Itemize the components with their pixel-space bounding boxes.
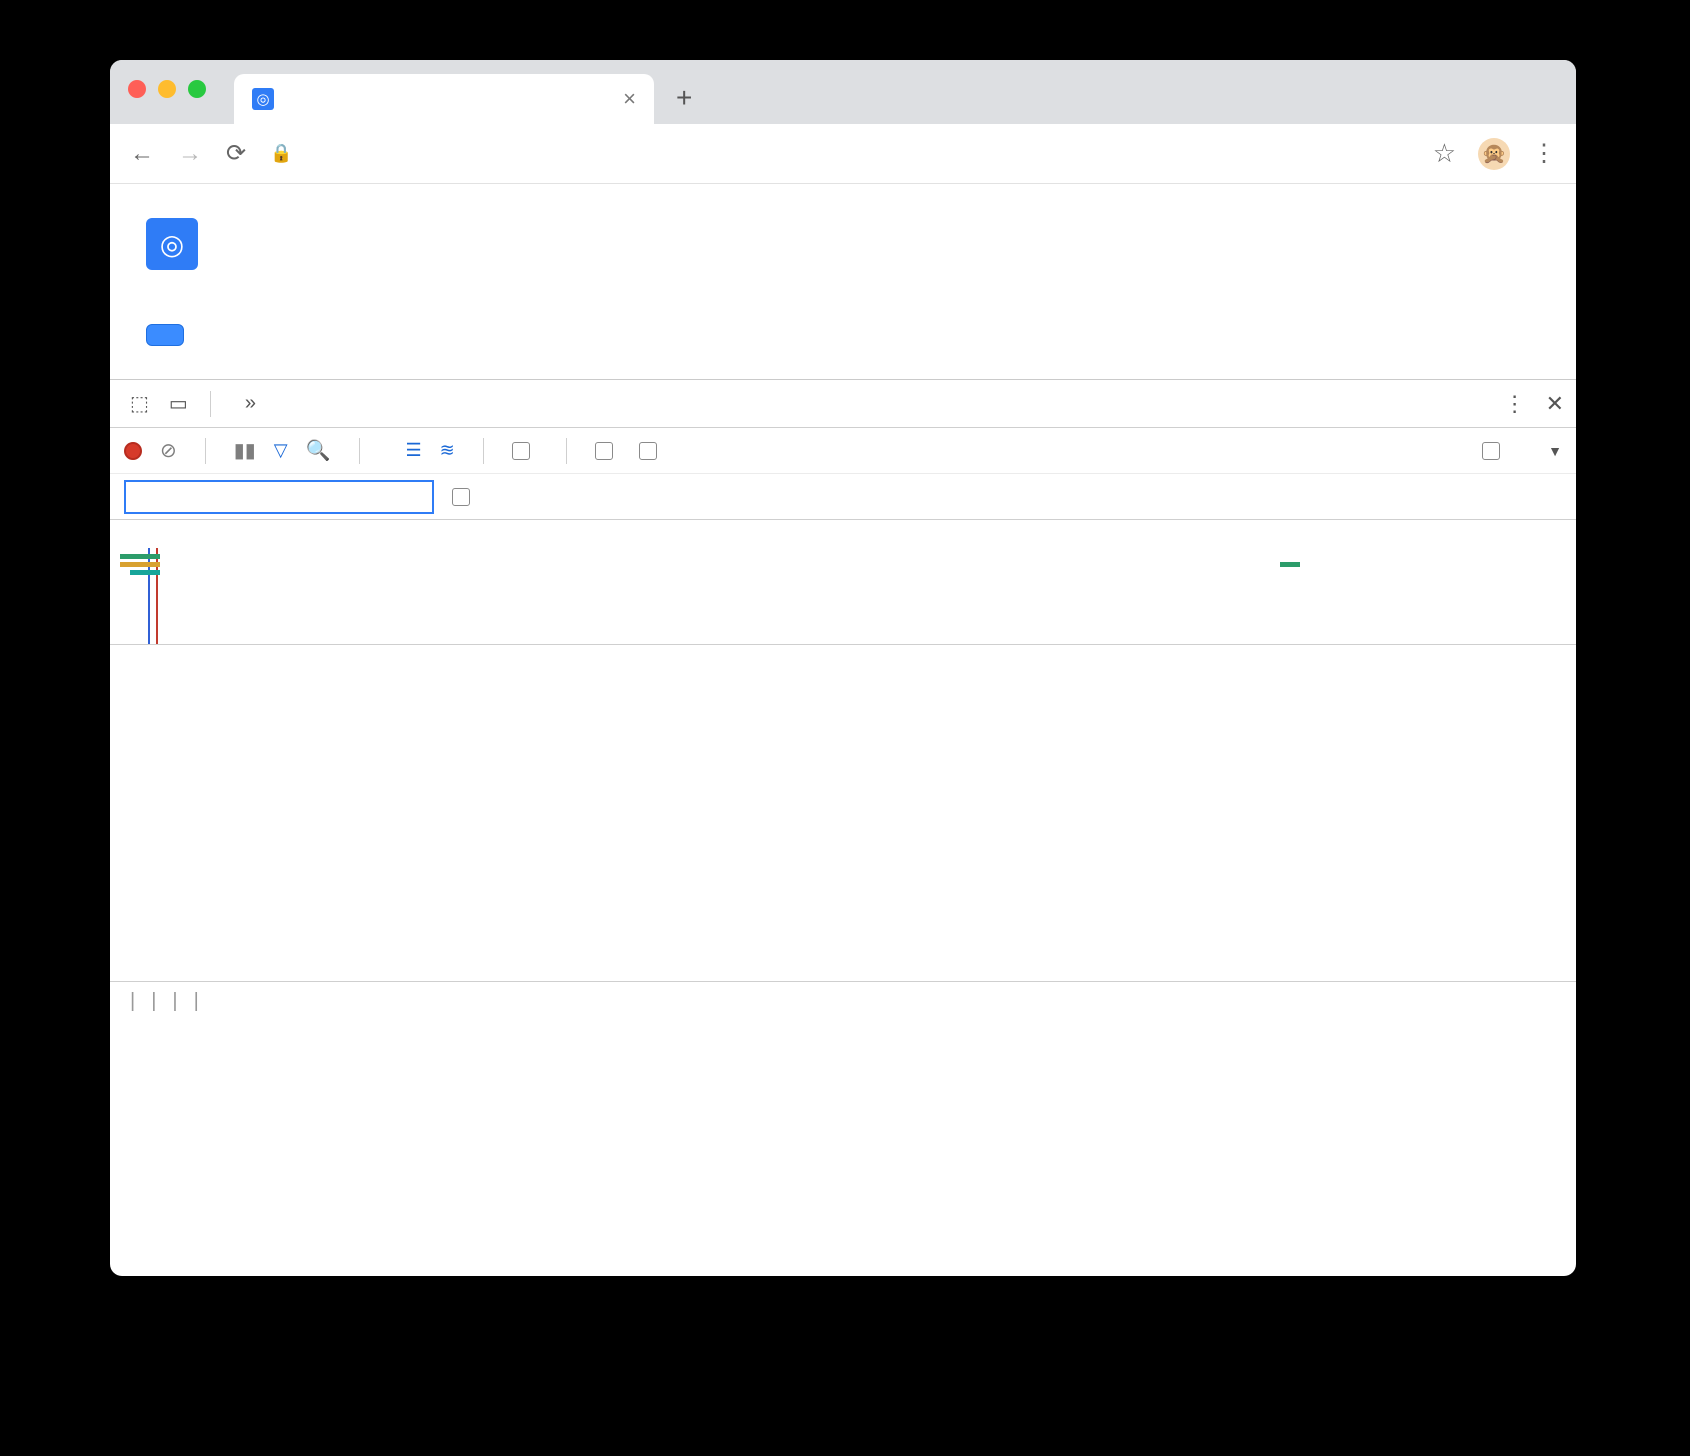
close-tab-button[interactable]: × [623,86,636,112]
back-button[interactable]: ← [130,140,154,168]
device-toolbar-icon[interactable]: ▭ [161,391,196,416]
offline-checkbox[interactable] [1482,442,1508,460]
timeline-overview[interactable] [110,520,1576,645]
devtools-tabstrip: ⬚ ▭ » ⋮ ✕ [110,380,1576,428]
profile-avatar[interactable]: 🙊 [1478,138,1510,170]
bookmark-button[interactable]: ☆ [1433,138,1456,169]
page-logo-icon: ◎ [146,218,198,270]
clear-button[interactable]: ⊘ [160,438,177,463]
search-icon[interactable]: 🔍 [306,438,331,463]
browser-tab[interactable]: ◎ × [234,74,654,124]
devtools-menu-button[interactable]: ⋮ [1504,391,1526,417]
filter-input[interactable] [124,480,434,514]
throttling-caret-icon[interactable]: ▼ [1548,443,1562,459]
filter-toggle-icon[interactable]: ▽ [274,440,288,461]
favicon-icon: ◎ [252,88,274,110]
tab-strip: ◎ × + [110,60,1576,124]
devtools-panel: ⬚ ▭ » ⋮ ✕ ⊘ ▮▮ ▽ 🔍 ☰ ≋ [110,379,1576,1021]
reload-button[interactable]: ⟳ [226,139,246,168]
lock-icon[interactable]: 🔒 [270,143,292,164]
more-tabs-button[interactable]: » [229,380,272,427]
waterfall-view-icon[interactable]: ≋ [440,440,455,461]
hide-data-urls-checkbox[interactable] [452,488,478,506]
disable-cache-checkbox[interactable] [639,442,665,460]
minimize-window-button[interactable] [158,80,176,98]
devtools-close-button[interactable]: ✕ [1546,391,1564,417]
group-by-frame-checkbox[interactable] [512,442,538,460]
large-rows-icon[interactable]: ☰ [406,440,422,461]
network-toolbar: ⊘ ▮▮ ▽ 🔍 ☰ ≋ ▼ [110,428,1576,474]
status-bar: | | | | [110,981,1576,1021]
browser-menu-button[interactable]: ⋮ [1532,139,1556,168]
close-window-button[interactable] [128,80,146,98]
maximize-window-button[interactable] [188,80,206,98]
new-tab-button[interactable]: + [676,82,692,114]
page-content: ◎ [110,184,1576,379]
filter-bar [110,474,1576,520]
preserve-log-checkbox[interactable] [595,442,621,460]
capture-screenshots-icon[interactable]: ▮▮ [234,438,256,463]
forward-button[interactable]: → [178,140,202,168]
browser-window: ◎ × + ← → ⟳ 🔒 ☆ 🙊 ⋮ ◎ ⬚ [110,60,1576,1276]
address-bar: ← → ⟳ 🔒 ☆ 🙊 ⋮ [110,124,1576,184]
get-data-button[interactable] [146,324,184,346]
record-button[interactable] [124,442,142,460]
inspect-element-icon[interactable]: ⬚ [122,391,157,416]
window-controls [128,80,206,98]
